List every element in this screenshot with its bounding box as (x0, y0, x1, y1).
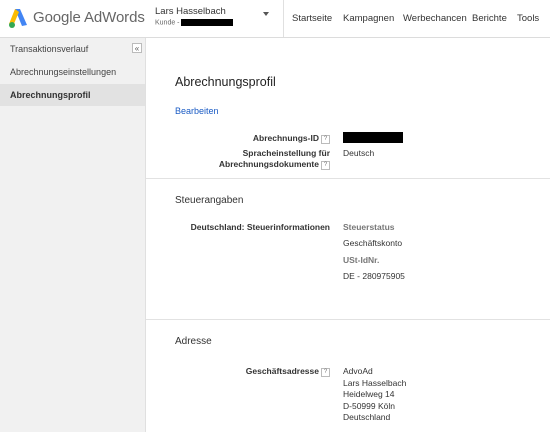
account-name: Lars Hasselbach (155, 6, 226, 17)
edit-link[interactable]: Bearbeiten (175, 106, 219, 116)
nav-werbechancen[interactable]: Werbechancen (403, 13, 467, 24)
vat-label: USt-IdNr. (343, 255, 380, 265)
address-line: Lars Hasselbach (343, 377, 407, 388)
tax-country-label: Deutschland: Steuerinformationen (190, 222, 330, 232)
language-label-line1: Spracheinstellung für (242, 148, 330, 158)
divider (146, 178, 550, 179)
adwords-logo-icon[interactable] (8, 7, 28, 29)
account-id: Kunde - (155, 19, 233, 26)
sidebar-item-transaktionsverlauf[interactable]: Transaktionsverlauf (0, 38, 145, 60)
tax-status-value: Geschäftskonto (343, 238, 403, 248)
vat-value: DE - 280975905 (343, 271, 405, 281)
address-label: Geschäftsadresse? (246, 366, 330, 377)
language-label-line2-text: Abrechnungsdokumente (218, 159, 319, 169)
sidebar-item-abrechnungseinstellungen[interactable]: Abrechnungseinstellungen (0, 61, 145, 83)
help-icon[interactable]: ? (321, 161, 330, 170)
tax-status-label: Steuerstatus (343, 222, 395, 232)
divider (146, 319, 550, 320)
billing-id-label: Abrechnungs-ID? (253, 133, 330, 144)
sidebar-item-abrechnungsprofil[interactable]: Abrechnungsprofil (0, 84, 145, 106)
help-icon[interactable]: ? (321, 135, 330, 144)
address-line: Deutschland (343, 412, 391, 422)
nav-tools[interactable]: Tools (517, 13, 539, 24)
address-label-text: Geschäftsadresse (245, 366, 319, 376)
collapse-icon[interactable]: « (132, 43, 142, 53)
language-value: Deutsch (343, 148, 375, 158)
account-id-prefix: Kunde - (155, 19, 180, 27)
address-line: AdvoAd (343, 366, 373, 376)
top-bar: Google AdWords Lars Hasselbach Kunde - S… (0, 0, 550, 38)
tax-section-title: Steuerangaben (175, 195, 244, 206)
address-line: Heidelweg 14 (343, 389, 395, 399)
help-icon[interactable]: ? (321, 368, 330, 377)
nav-startseite[interactable]: Startseite (292, 13, 332, 24)
address-section-title: Adresse (175, 336, 212, 347)
redacted-account-id (180, 19, 233, 26)
page-title: Abrechnungsprofil (175, 75, 276, 89)
dropdown-caret-icon[interactable] (263, 12, 269, 16)
main-content: Abrechnungsprofil Bearbeiten Abrechnungs… (146, 38, 550, 432)
account-switcher[interactable]: Lars Hasselbach Kunde - (155, 6, 233, 26)
redacted-billing-id (343, 132, 403, 143)
billing-id-label-text: Abrechnungs-ID (252, 133, 319, 143)
nav-kampagnen[interactable]: Kampagnen (343, 13, 394, 24)
sidebar: Transaktionsverlauf « Abrechnungseinstel… (0, 38, 146, 432)
nav-berichte[interactable]: Berichte (472, 13, 507, 24)
address-block: AdvoAd Lars Hasselbach Heidelweg 14 D-50… (343, 366, 406, 424)
address-line: D-50999 Köln (343, 400, 395, 411)
brand-title[interactable]: Google AdWords (33, 9, 145, 26)
divider (283, 0, 284, 37)
language-label-line2: Abrechnungsdokumente? (219, 159, 330, 170)
